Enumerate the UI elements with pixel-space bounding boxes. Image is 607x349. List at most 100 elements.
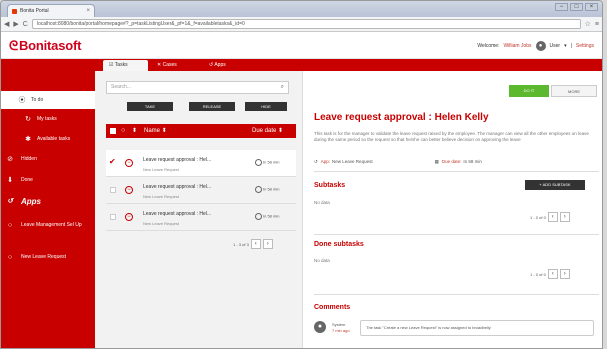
subtasks-no-data: No data [314, 200, 330, 205]
prev-page-button[interactable]: ‹ [250, 239, 261, 249]
forward-icon[interactable]: ▶ [13, 20, 18, 28]
user-menu-caret-icon[interactable]: ▾ [564, 43, 567, 49]
welcome-label: Welcome: [477, 43, 500, 49]
due-label: Due date: [441, 159, 462, 164]
browser-tab[interactable]: Bonita Portal × [7, 4, 95, 17]
table-row[interactable]: − Leave request approval : Hel... New Le… [106, 177, 296, 204]
table-row[interactable]: ✔ − Leave request approval : Hel... New … [106, 150, 296, 177]
user-avatar-icon: ● [535, 41, 546, 51]
row-checkbox[interactable] [110, 214, 116, 220]
sidebar-item-label: My tasks [37, 116, 57, 122]
clock-icon [255, 213, 262, 220]
priority-icon: − [125, 213, 133, 221]
sidebar-item-hidden[interactable]: ⊘ Hidden [1, 153, 95, 165]
task-due-text: In 58 min [263, 159, 280, 165]
comments-heading: Comments [314, 304, 351, 311]
hide-button[interactable]: HIDE [245, 102, 287, 111]
sidebar-item-todo[interactable]: ⦿ To do [1, 91, 95, 109]
task-subtitle: New Leave Request [143, 167, 180, 172]
priority-sort-icon[interactable]: ⬍ [132, 124, 137, 138]
search-input[interactable]: Search... ⌕ [106, 81, 289, 94]
comment-item: ● System 7 min ago The task "Create a ne… [314, 319, 599, 341]
user-menu[interactable]: User [550, 43, 561, 49]
minimize-icon[interactable]: − [555, 3, 568, 11]
task-list-header: ○ ⬍ Name ⬍ Due date ⬍ [106, 124, 296, 138]
logo-text: Bonitasoft [18, 38, 82, 53]
sort-icon: ⬍ [278, 128, 284, 134]
tasks-icon: ☑ [109, 62, 114, 68]
column-name[interactable]: Name ⬍ [144, 124, 167, 138]
task-description: This task is for the manager to validate… [314, 131, 589, 142]
done-subtasks-pager: 1 - 0 of 0 ‹ › [530, 269, 570, 279]
sidebar-item-leave-management-setup[interactable]: ○ Leave Management Sel Up [1, 222, 95, 242]
url-input[interactable]: localhost:8080/bonita/portal/homepage#?_… [31, 19, 581, 29]
tab-tasks-label: Tasks [114, 62, 128, 68]
more-button[interactable]: MORE [551, 85, 597, 97]
row-check-icon[interactable]: ✔ [109, 157, 116, 166]
task-due: In 58 min [255, 213, 279, 220]
prev-page-button[interactable]: ‹ [547, 212, 558, 222]
task-due: In 58 min [255, 186, 279, 193]
take-button[interactable]: TAKE [127, 102, 173, 111]
divider [314, 294, 599, 295]
sidebar-item-my-tasks[interactable]: ↻ My tasks [1, 113, 95, 125]
user-name[interactable]: William Jobs [503, 43, 531, 49]
main-tab-bar: ☑ Tasks ✕ Cases ↺ Apps [1, 59, 602, 71]
release-button[interactable]: RELEASE [189, 102, 235, 111]
select-all-checkbox[interactable] [110, 128, 116, 134]
next-page-button[interactable]: › [262, 239, 273, 249]
hidden-icon: ⊘ [7, 156, 13, 163]
app-value[interactable]: New Leave Request [332, 159, 373, 165]
todo-icon: ⦿ [18, 97, 26, 104]
divider [314, 234, 599, 235]
close-tab-icon[interactable]: × [86, 8, 90, 14]
list-pager: 1 - 3 of 3 ‹ › [233, 239, 273, 249]
prev-page-button[interactable]: ‹ [547, 269, 558, 279]
task-meta: ↺ App: New Leave Request ▦ Due date: In … [314, 159, 599, 165]
tab-cases-label: Cases [162, 62, 177, 68]
task-title[interactable]: Leave request approval : Hel... [143, 184, 211, 190]
app-header: ᘓBonitasoft Welcome: William Jobs ● User… [1, 32, 602, 59]
tab-apps[interactable]: ↺ Apps [203, 60, 245, 71]
pager-text: 1 - 0 of 0 [530, 214, 546, 220]
sidebar-item-done[interactable]: ⬇ Done [1, 174, 95, 186]
favicon-icon [12, 8, 17, 14]
tab-tasks[interactable]: ☑ Tasks [103, 60, 148, 71]
logo-swirl-icon: ᘓ [9, 38, 18, 53]
priority-icon: − [125, 186, 133, 194]
back-icon[interactable]: ◀ [4, 20, 9, 28]
do-it-button[interactable]: DO IT [509, 85, 549, 97]
next-page-button[interactable]: › [559, 212, 570, 222]
pager-text: 1 - 0 of 0 [530, 271, 546, 277]
browser-tab-title: Bonita Portal [20, 8, 49, 14]
reload-icon[interactable]: C [23, 21, 28, 28]
browser-menu-icon[interactable]: ≡ [595, 21, 599, 28]
task-title[interactable]: Leave request approval : Hel... [143, 211, 211, 217]
task-title[interactable]: Leave request approval : Hel... [143, 157, 211, 163]
tab-cases[interactable]: ✕ Cases [151, 60, 199, 71]
row-checkbox[interactable] [110, 187, 116, 193]
star-icon[interactable]: ☆ [585, 20, 591, 28]
header-divider: | [570, 43, 572, 49]
table-row[interactable]: − Leave request approval : Hel... New Le… [106, 204, 296, 231]
settings-link[interactable]: Settings [576, 43, 594, 49]
search-placeholder: Search... [111, 84, 132, 90]
sidebar-item-label: Leave Management Sel Up [21, 222, 82, 228]
task-subtitle: New Leave Request [143, 194, 180, 199]
sidebar-item-new-leave-request[interactable]: ○ New Leave Request [1, 254, 95, 270]
close-window-icon[interactable]: × [585, 3, 598, 11]
next-page-button[interactable]: › [559, 269, 570, 279]
bonitasoft-logo[interactable]: ᘓBonitasoft [9, 38, 81, 54]
subtasks-pager: 1 - 0 of 0 ‹ › [530, 212, 570, 222]
sort-icon: ⬍ [161, 128, 167, 134]
sidebar-item-available-tasks[interactable]: ✱ Available tasks [1, 133, 95, 145]
comment-user: System [332, 322, 346, 327]
sidebar-item-label: Available tasks [37, 136, 71, 142]
priority-column-icon[interactable]: ○ [121, 124, 125, 138]
search-icon[interactable]: ⌕ [281, 82, 284, 93]
sidebar-item-apps[interactable]: ↺ Apps [1, 194, 95, 208]
maximize-icon[interactable]: □ [570, 3, 583, 11]
address-bar: ◀ ▶ C localhost:8080/bonita/portal/homep… [1, 17, 602, 32]
column-due-date[interactable]: Due date ⬍ [252, 124, 283, 138]
add-subtask-button[interactable]: + ADD SUBTASK [525, 180, 585, 190]
